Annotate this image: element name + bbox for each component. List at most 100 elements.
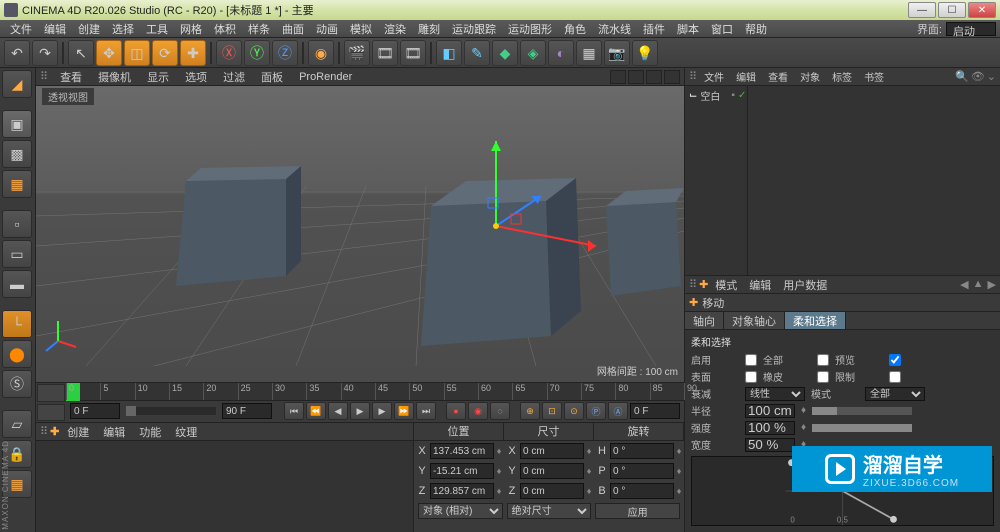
radius-slider[interactable] — [812, 407, 912, 415]
vp-nav-pan[interactable] — [610, 70, 626, 84]
obj-edit-tab[interactable]: 编辑 — [731, 69, 761, 84]
perspective-viewport[interactable]: 透视视图 — [36, 86, 684, 382]
coord-size-mode-select[interactable]: 绝对尺寸 — [507, 503, 592, 519]
size-field[interactable] — [520, 463, 584, 479]
attr-up-button[interactable]: ▲ — [973, 278, 984, 291]
obj-eye-icon[interactable]: 👁 — [971, 70, 985, 83]
primitive-button[interactable]: ◧ — [436, 40, 462, 66]
poly-mode-button[interactable]: ▬ — [2, 270, 32, 298]
vp-camera-menu[interactable]: 摄像机 — [94, 69, 135, 85]
current-frame-field[interactable] — [630, 403, 680, 419]
size-field[interactable] — [520, 443, 584, 459]
vp-filter-menu[interactable]: 过滤 — [219, 69, 249, 85]
snap-button[interactable]: Ⓢ — [2, 370, 32, 398]
obj-file-tab[interactable]: 文件 — [699, 69, 729, 84]
menu-file[interactable]: 文件 — [4, 21, 38, 37]
obj-bookmarks-tab[interactable]: 书签 — [859, 69, 889, 84]
attr-back-button[interactable]: ◀ — [960, 278, 968, 291]
size-field[interactable] — [520, 483, 584, 499]
menu-surface[interactable]: 曲面 — [276, 21, 310, 37]
limit-checkbox[interactable] — [889, 371, 901, 383]
width-field[interactable] — [745, 438, 795, 452]
menu-anim[interactable]: 动画 — [310, 21, 344, 37]
object-manager[interactable]: ⌙ 空白 ▪ ✓ — [685, 86, 1000, 276]
menu-tools[interactable]: 工具 — [140, 21, 174, 37]
attr-tab-softsel[interactable]: 柔和选择 — [785, 312, 846, 329]
menu-help[interactable]: 帮助 — [739, 21, 773, 37]
obj-search-icon[interactable]: 🔍 — [955, 70, 969, 83]
record-button[interactable]: ● — [446, 402, 466, 420]
coord-system-button[interactable]: ◉ — [308, 40, 334, 66]
vp-display-menu[interactable]: 显示 — [143, 69, 173, 85]
preview-checkbox[interactable] — [889, 354, 901, 366]
menu-create[interactable]: 创建 — [72, 21, 106, 37]
menu-spline[interactable]: 样条 — [242, 21, 276, 37]
rot-field[interactable] — [610, 463, 674, 479]
axis-y-button[interactable]: Ⓨ — [244, 40, 270, 66]
rotate-tool[interactable]: ⟳ — [152, 40, 178, 66]
menu-mograph[interactable]: 运动图形 — [502, 21, 558, 37]
undo-button[interactable]: ↶ — [4, 40, 30, 66]
attr-add-button[interactable]: ✚ — [699, 278, 708, 291]
menu-track[interactable]: 运动跟踪 — [446, 21, 502, 37]
move-tool[interactable]: ✥ — [96, 40, 122, 66]
menu-volume[interactable]: 体积 — [208, 21, 242, 37]
next-frame-button[interactable]: ▶ — [372, 402, 392, 420]
deformer-button[interactable]: ◐ — [548, 40, 574, 66]
vp-prorender-menu[interactable]: ProRender — [295, 71, 356, 83]
timeline-top-button[interactable] — [37, 384, 65, 402]
panel-handle-icon[interactable]: ⠿ — [40, 425, 48, 438]
select-tool[interactable]: ↖ — [68, 40, 94, 66]
mat-function-tab[interactable]: 功能 — [133, 424, 167, 440]
eraser-checkbox[interactable] — [817, 371, 829, 383]
texture-mode-button[interactable]: ▩ — [2, 140, 32, 168]
timeline-lock-button[interactable] — [37, 404, 65, 422]
timeline-ruler[interactable]: 051015202530354045505560657075808590 — [66, 383, 684, 401]
key-scale-button[interactable]: ⊡ — [542, 402, 562, 420]
entire-checkbox[interactable] — [817, 354, 829, 366]
environment-button[interactable]: ▦ — [576, 40, 602, 66]
material-manager[interactable] — [36, 441, 413, 532]
scale-tool[interactable]: ◫ — [124, 40, 150, 66]
mat-texture-tab[interactable]: 纹理 — [169, 424, 203, 440]
mode-select[interactable]: 全部 — [865, 387, 925, 401]
axis-z-button[interactable]: Ⓩ — [272, 40, 298, 66]
light-button[interactable]: 💡 — [632, 40, 658, 66]
generator2-button[interactable]: ◈ — [520, 40, 546, 66]
make-editable-button[interactable]: ◢ — [2, 70, 32, 98]
key-selection-button[interactable]: ◌ — [490, 402, 510, 420]
object-row[interactable]: ⌙ 空白 ▪ ✓ — [689, 88, 996, 103]
prev-key-button[interactable]: ⏪ — [306, 402, 326, 420]
obj-filter-icon[interactable]: ⌄ — [987, 70, 996, 83]
key-param-button[interactable]: Ⓟ — [586, 402, 606, 420]
menu-window[interactable]: 窗口 — [705, 21, 739, 37]
key-rot-button[interactable]: ⊙ — [564, 402, 584, 420]
range-end-field[interactable] — [222, 403, 272, 419]
axis-x-button[interactable]: Ⓧ — [216, 40, 242, 66]
attr-tab-objaxis[interactable]: 对象轴心 — [724, 312, 785, 329]
menu-mesh[interactable]: 网格 — [174, 21, 208, 37]
menu-select[interactable]: 选择 — [106, 21, 140, 37]
play-button[interactable]: ▶ — [350, 402, 370, 420]
object-name[interactable]: 空白 — [700, 88, 720, 103]
render-view-button[interactable]: 🎬 — [344, 40, 370, 66]
radius-field[interactable] — [745, 404, 795, 418]
menu-sculpt[interactable]: 雕刻 — [412, 21, 446, 37]
enable-checkbox[interactable] — [745, 354, 757, 366]
obj-view-tab[interactable]: 查看 — [763, 69, 793, 84]
maximize-button[interactable]: ☐ — [938, 2, 966, 18]
range-start-field[interactable] — [70, 403, 120, 419]
vp-view-menu[interactable]: 查看 — [56, 69, 86, 85]
attr-tab-axis[interactable]: 轴向 — [685, 312, 724, 329]
vp-nav-zoom[interactable] — [628, 70, 644, 84]
attr-mode-tab[interactable]: 模式 — [710, 277, 742, 293]
spline-button[interactable]: ✎ — [464, 40, 490, 66]
camera-button[interactable]: 📷 — [604, 40, 630, 66]
object-vis-icon[interactable]: ▪ — [731, 90, 735, 101]
coord-mode-select[interactable]: 对象 (相对) — [418, 503, 503, 519]
vp-handle-icon[interactable]: ⠿ — [40, 70, 48, 83]
last-tool[interactable]: ✚ — [180, 40, 206, 66]
mat-create-tab[interactable]: 创建 — [61, 424, 95, 440]
strength-slider[interactable] — [812, 424, 912, 432]
axis-mode-button[interactable]: └ — [2, 310, 32, 338]
